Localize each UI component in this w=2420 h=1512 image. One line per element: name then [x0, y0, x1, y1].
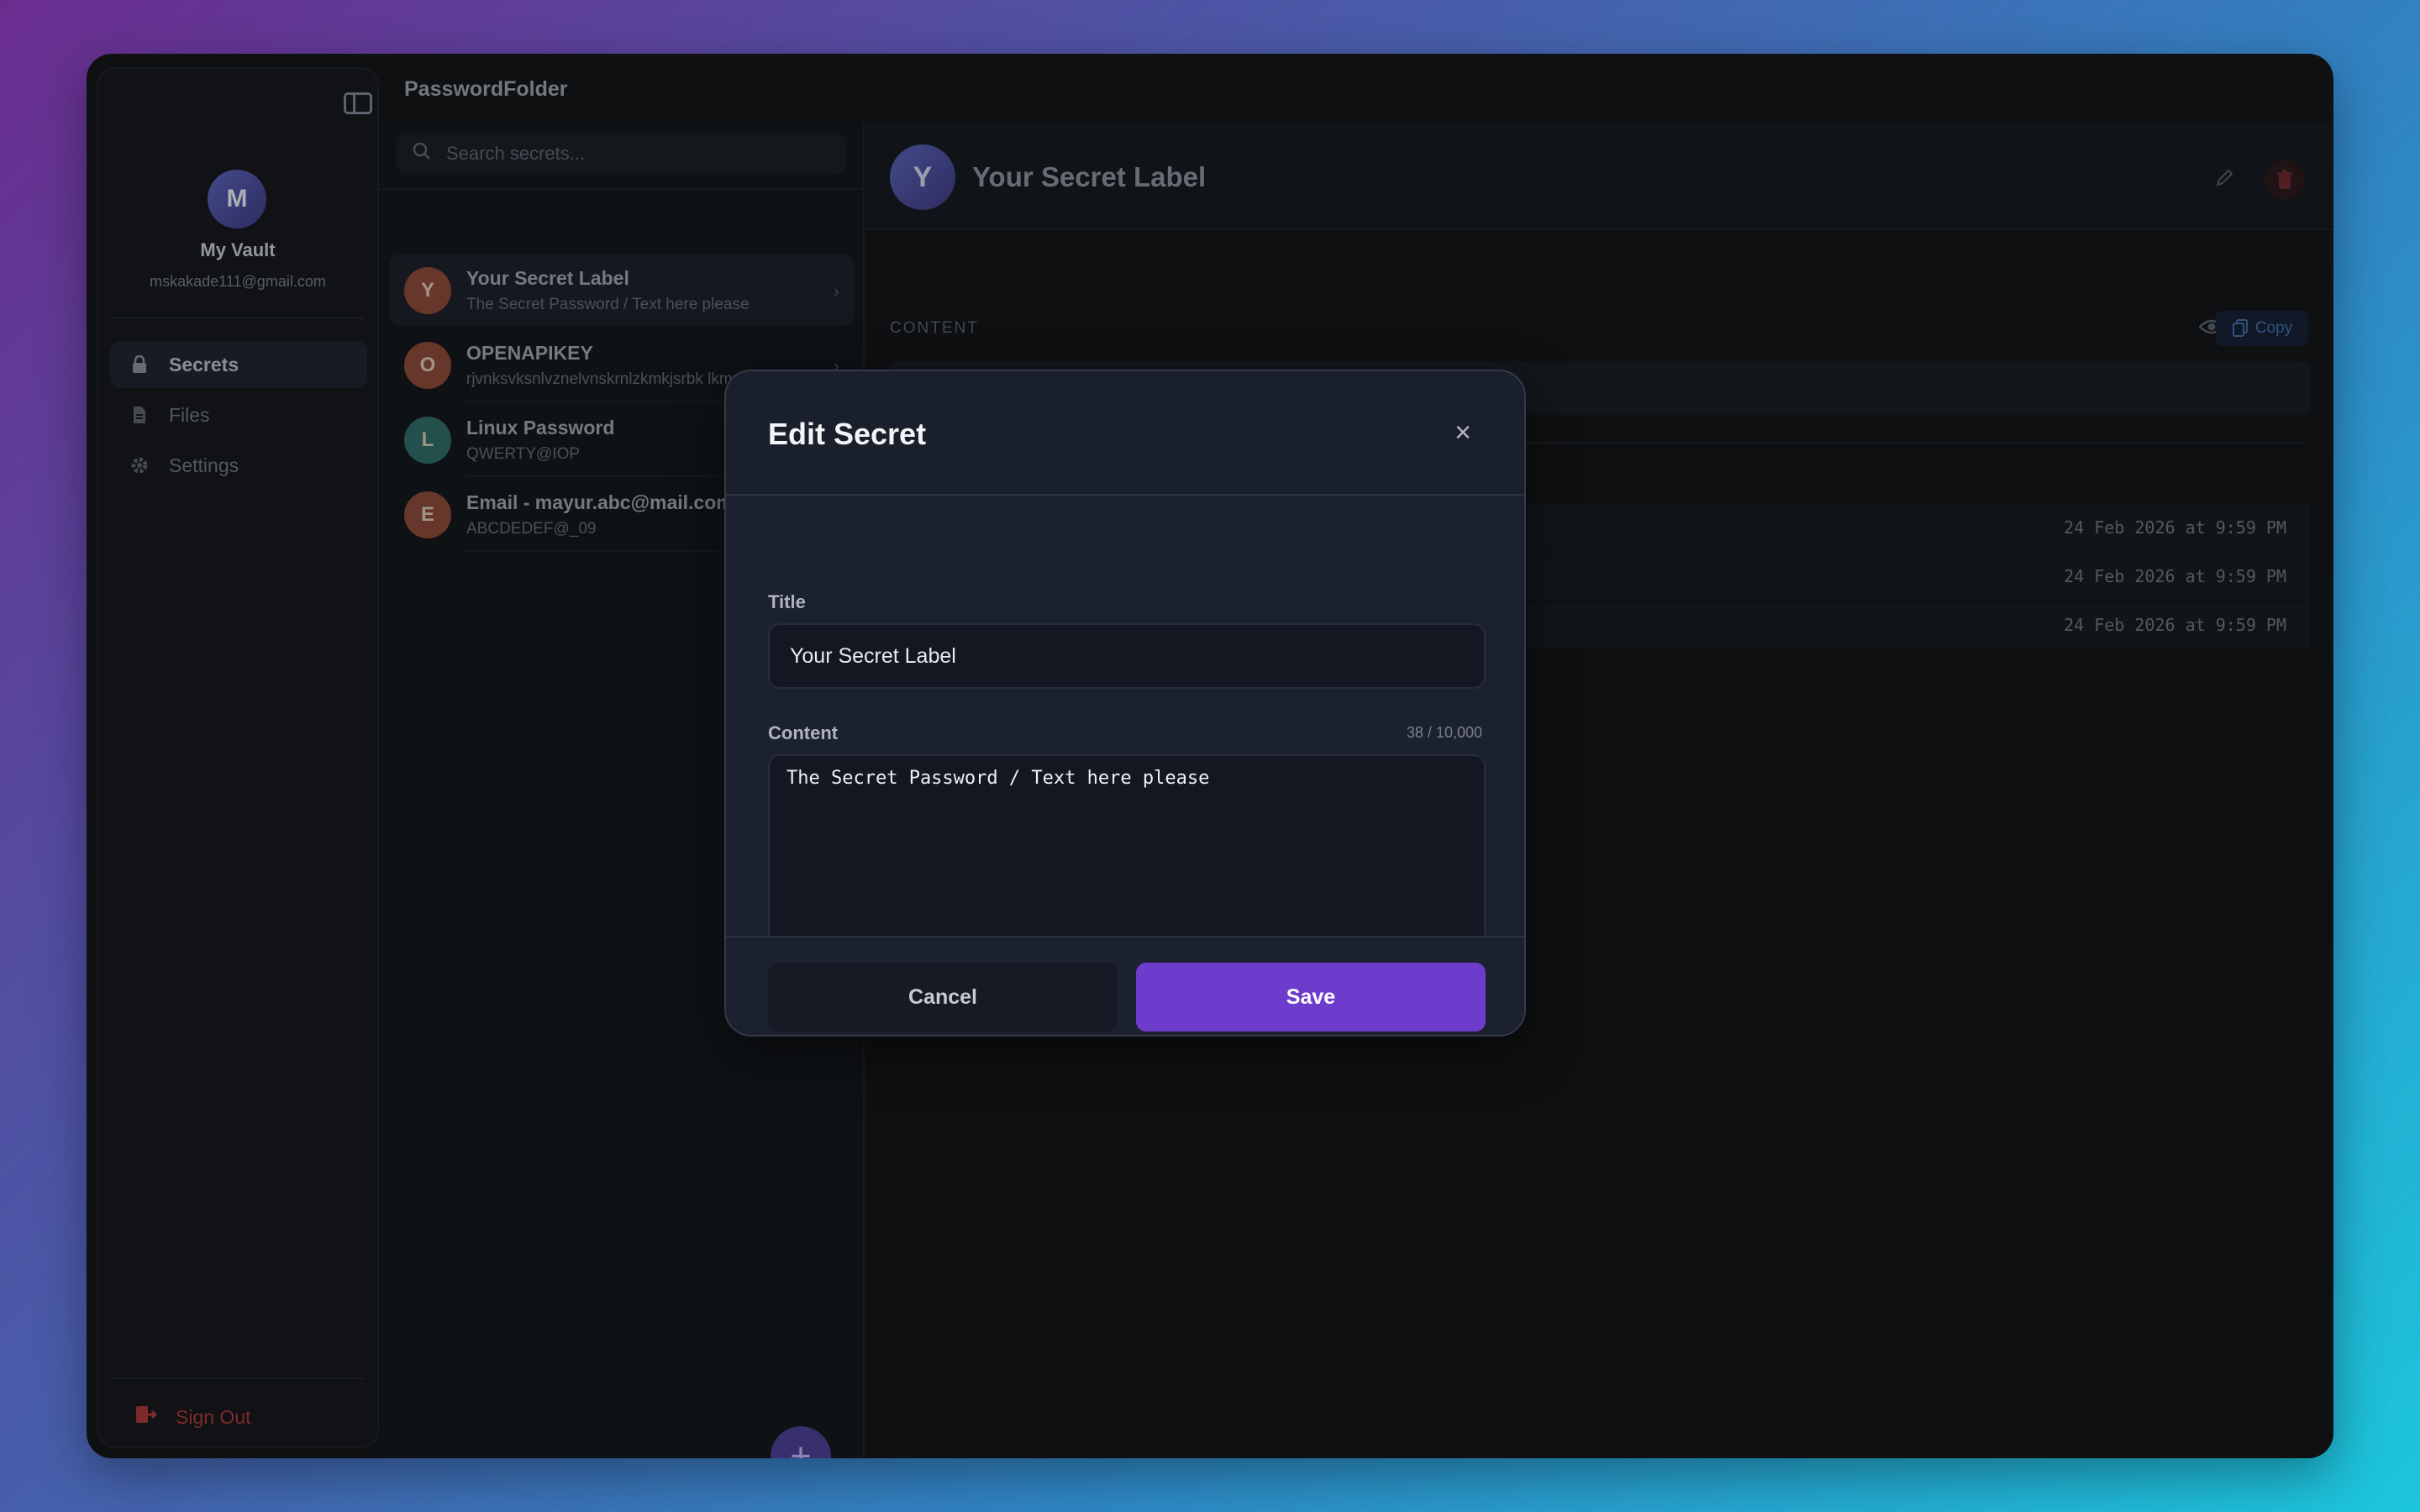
dialog-footer: Cancel Save: [726, 937, 1524, 1035]
dialog-header: Edit Secret ×: [726, 371, 1524, 496]
cancel-button[interactable]: Cancel: [768, 963, 1118, 1032]
title-field-label: Title: [768, 591, 806, 612]
save-button[interactable]: Save: [1136, 963, 1486, 1032]
title-field[interactable]: [768, 623, 1486, 689]
dialog-title: Edit Secret: [768, 417, 927, 451]
content-field-label: Content: [768, 722, 839, 743]
close-icon[interactable]: ×: [1450, 417, 1476, 449]
char-count: 38 / 10,000: [1406, 724, 1482, 741]
edit-secret-dialog: Edit Secret × Title Content 38 / 10,000 …: [724, 370, 1526, 1037]
content-field[interactable]: The Secret Password / Text here please: [768, 754, 1486, 948]
